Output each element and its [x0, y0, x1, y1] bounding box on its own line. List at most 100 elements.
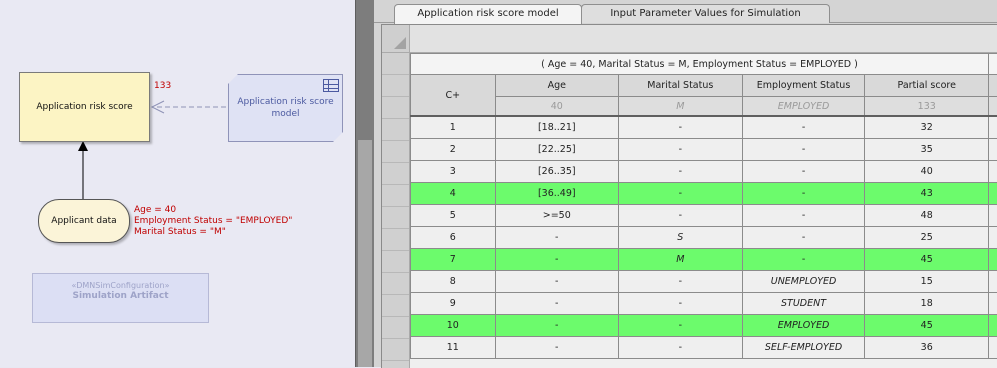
rule-number[interactable]: 10	[411, 315, 496, 337]
age-cell[interactable]: [18..21]	[495, 116, 618, 139]
employment-status-cell[interactable]: -	[742, 116, 865, 139]
artifact-stereotype: «DMNSimConfiguration»	[33, 281, 208, 290]
employment-status-cell[interactable]: UNEMPLOYED	[742, 271, 865, 293]
filler-cell	[989, 139, 997, 161]
rule-number[interactable]: 9	[411, 293, 496, 315]
table-row[interactable]: 10--EMPLOYED45	[411, 315, 997, 337]
decision-table-grid: ( Age = 40, Marital Status = M, Employme…	[381, 24, 997, 368]
employment-status-cell[interactable]: -	[742, 205, 865, 227]
input-value-marital: Marital Status = "M"	[134, 227, 292, 238]
marital-status-cell[interactable]: -	[619, 183, 743, 205]
hit-policy-cell[interactable]: C+	[411, 75, 496, 117]
partial-score-cell[interactable]: 43	[865, 183, 989, 205]
partial-score-cell[interactable]: 25	[865, 227, 989, 249]
rule-number[interactable]: 1	[411, 116, 496, 139]
filler-cell	[989, 54, 997, 75]
marital-status-cell[interactable]: -	[619, 205, 743, 227]
marital-status-cell[interactable]: -	[619, 293, 743, 315]
decision-node[interactable]: Application risk score	[19, 72, 150, 142]
panel-splitter[interactable]	[355, 0, 375, 367]
tab-application-risk-score-model[interactable]: Application risk score model	[394, 4, 582, 24]
marital-status-cell[interactable]: -	[619, 315, 743, 337]
column-header-partial-score[interactable]: Partial score	[865, 75, 989, 97]
simulation-artifact-node[interactable]: «DMNSimConfiguration» Simulation Artifac…	[32, 273, 209, 323]
column-header-age[interactable]: Age	[495, 75, 618, 97]
input-data-node[interactable]: Applicant data	[38, 199, 130, 243]
marital-status-cell[interactable]: -	[619, 116, 743, 139]
age-cell[interactable]: -	[495, 227, 618, 249]
rule-number[interactable]: 5	[411, 205, 496, 227]
partial-score-cell[interactable]: 36	[865, 337, 989, 359]
age-cell[interactable]: >=50	[495, 205, 618, 227]
employment-status-cell[interactable]: -	[742, 183, 865, 205]
partial-score-cell[interactable]: 15	[865, 271, 989, 293]
vertical-scrollbar-thumb[interactable]	[358, 140, 372, 367]
age-cell[interactable]: -	[495, 249, 618, 271]
filler-cell	[989, 75, 997, 97]
filler-cell	[989, 161, 997, 183]
employment-status-cell[interactable]: STUDENT	[742, 293, 865, 315]
table-row[interactable]: 6-S-25	[411, 227, 997, 249]
business-knowledge-model-node[interactable]: Application risk score model	[228, 74, 343, 142]
rule-number[interactable]: 3	[411, 161, 496, 183]
bkm-node-label: Application risk score model	[233, 96, 338, 120]
table-row[interactable]: 7-M-45	[411, 249, 997, 271]
column-header-marital-status[interactable]: Marital Status	[619, 75, 743, 97]
filler-cell	[989, 271, 997, 293]
partial-score-cell[interactable]: 18	[865, 293, 989, 315]
rule-number[interactable]: 4	[411, 183, 496, 205]
table-row[interactable]: 1[18..21]--32	[411, 116, 997, 139]
filler-cell	[989, 205, 997, 227]
employment-status-cell[interactable]: -	[742, 249, 865, 271]
table-row[interactable]: 3[26..35]--40	[411, 161, 997, 183]
age-cell[interactable]: [22..25]	[495, 139, 618, 161]
partial-score-cell[interactable]: 40	[865, 161, 989, 183]
table-row[interactable]: 5>=50--48	[411, 205, 997, 227]
table-row[interactable]: 2[22..25]--35	[411, 139, 997, 161]
age-cell[interactable]: [36..49]	[495, 183, 618, 205]
tab-strip: Application risk score model Input Param…	[374, 0, 997, 23]
employment-status-cell[interactable]: SELF-EMPLOYED	[742, 337, 865, 359]
rule-number[interactable]: 7	[411, 249, 496, 271]
age-cell[interactable]: -	[495, 315, 618, 337]
employment-status-cell[interactable]: EMPLOYED	[742, 315, 865, 337]
partial-score-cell[interactable]: 45	[865, 315, 989, 337]
marital-status-cell[interactable]: -	[619, 337, 743, 359]
table-row[interactable]: 8--UNEMPLOYED15	[411, 271, 997, 293]
rule-number[interactable]: 6	[411, 227, 496, 249]
information-requirement-arrowhead	[78, 141, 88, 151]
input-value-age: Age = 40	[134, 205, 292, 216]
decision-table: ( Age = 40, Marital Status = M, Employme…	[410, 53, 997, 359]
filler-cell	[989, 293, 997, 315]
table-row[interactable]: 11--SELF-EMPLOYED36	[411, 337, 997, 359]
age-cell[interactable]: -	[495, 337, 618, 359]
employment-status-cell[interactable]: -	[742, 139, 865, 161]
diagram-canvas[interactable]: Application risk score 133 Application r…	[0, 0, 355, 367]
column-header-bar	[410, 25, 997, 53]
marital-status-cell[interactable]: -	[619, 161, 743, 183]
input-value-employment: Employment Status = "EMPLOYED"	[134, 216, 292, 227]
partial-score-cell[interactable]: 48	[865, 205, 989, 227]
rule-number[interactable]: 2	[411, 139, 496, 161]
select-all-corner[interactable]	[382, 25, 410, 53]
rule-number[interactable]: 11	[411, 337, 496, 359]
table-row[interactable]: 4[36..49]--43	[411, 183, 997, 205]
age-cell[interactable]: -	[495, 271, 618, 293]
marital-status-cell[interactable]: M	[619, 249, 743, 271]
partial-score-cell[interactable]: 35	[865, 139, 989, 161]
age-cell[interactable]: -	[495, 293, 618, 315]
partial-score-cell[interactable]: 32	[865, 116, 989, 139]
filler-cell	[989, 116, 997, 139]
table-row[interactable]: 9--STUDENT18	[411, 293, 997, 315]
input-data-label: Applicant data	[51, 216, 116, 226]
partial-score-cell[interactable]: 45	[865, 249, 989, 271]
tab-input-parameter-values[interactable]: Input Parameter Values for Simulation	[581, 4, 830, 23]
marital-status-cell[interactable]: S	[619, 227, 743, 249]
column-header-employment-status[interactable]: Employment Status	[742, 75, 865, 97]
marital-status-cell[interactable]: -	[619, 139, 743, 161]
employment-status-cell[interactable]: -	[742, 161, 865, 183]
employment-status-cell[interactable]: -	[742, 227, 865, 249]
marital-status-cell[interactable]: -	[619, 271, 743, 293]
age-cell[interactable]: [26..35]	[495, 161, 618, 183]
rule-number[interactable]: 8	[411, 271, 496, 293]
